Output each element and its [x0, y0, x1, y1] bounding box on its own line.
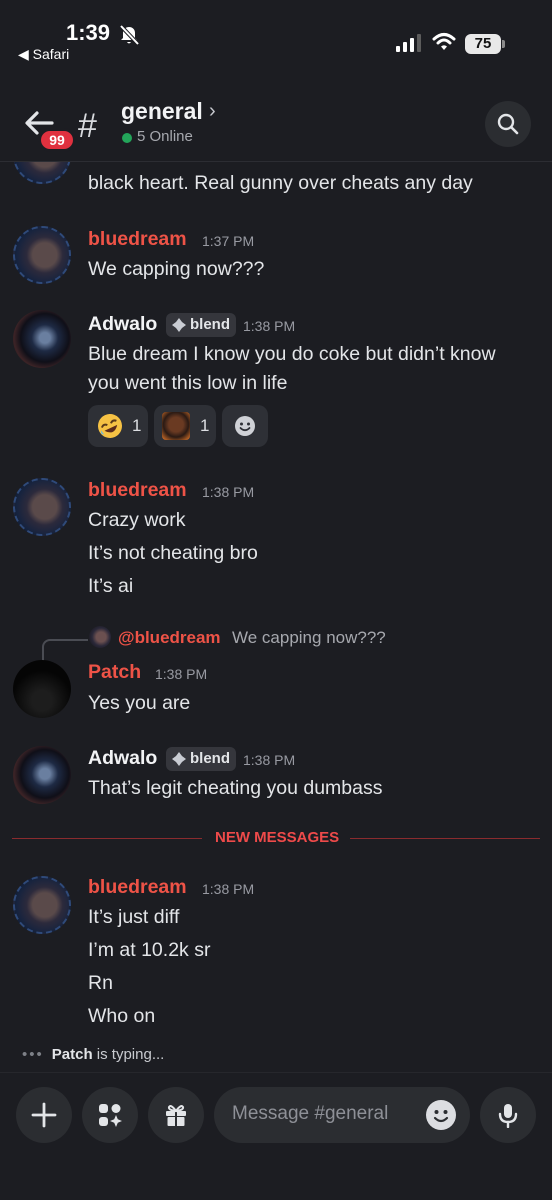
diamond-role-icon — [172, 318, 186, 332]
attach-plus-button[interactable] — [16, 1087, 72, 1143]
message-text: Who on — [88, 1005, 156, 1027]
plus-icon — [31, 1102, 57, 1128]
reaction-count: 1 — [132, 416, 142, 435]
role-badge[interactable]: blend — [166, 313, 236, 337]
search-icon — [497, 113, 519, 135]
message-text: I’m at 10.2k sr — [88, 939, 211, 961]
message-author[interactable]: Patch — [88, 661, 141, 684]
message-author[interactable]: bluedream — [88, 876, 187, 899]
message-list[interactable]: black heart. Real gunny over cheats any … — [0, 162, 552, 1072]
rolling-on-floor-laughing-icon — [98, 414, 122, 438]
avatar-bluedream[interactable] — [13, 876, 71, 934]
role-badge-label: blend — [190, 750, 230, 767]
diamond-role-icon — [172, 752, 186, 766]
message-text: It’s ai — [88, 575, 134, 597]
emoji-picker-button[interactable] — [426, 1100, 456, 1130]
mention-count-badge: 99 — [38, 128, 76, 152]
typing-user: Patch — [51, 1046, 93, 1063]
new-messages-divider-right — [350, 838, 540, 839]
chevron-right-icon[interactable]: › — [209, 100, 216, 123]
voice-message-button[interactable] — [480, 1087, 536, 1143]
reply-connector — [42, 639, 88, 661]
avatar-patch[interactable] — [13, 660, 71, 718]
message-text: That’s legit cheating you dumbass — [88, 777, 383, 799]
message-input-placeholder: Message #general — [232, 1103, 389, 1124]
channel-header: 99 # general › 5 Online — [0, 72, 552, 162]
message-text: We capping now??? — [88, 258, 265, 280]
message-text: It’s just diff — [88, 906, 180, 928]
message-timestamp: 1:38 PM — [243, 318, 296, 334]
message-composer: Message #general — [0, 1072, 552, 1200]
search-button[interactable] — [485, 101, 531, 147]
message-text: you went this low in life — [88, 372, 288, 394]
reaction-count: 1 — [200, 416, 210, 435]
gift-icon — [166, 1105, 186, 1126]
message-timestamp: 1:38 PM — [155, 666, 208, 682]
message-timestamp: 1:38 PM — [202, 484, 255, 500]
back-to-safari-link[interactable]: ◀ Safari — [18, 46, 69, 63]
emoji-icon — [433, 1110, 449, 1123]
online-status-dot — [122, 133, 132, 143]
typing-indicator: ••• Patch is typing... — [22, 1046, 164, 1063]
channel-name[interactable]: general — [121, 98, 203, 125]
message-author[interactable]: Adwalo — [88, 747, 157, 770]
avatar-bluedream[interactable] — [13, 226, 71, 284]
battery-icon: 75 — [465, 34, 505, 54]
message-text: Blue dream I know you do coke but didn’t… — [88, 343, 496, 365]
reaction-custom[interactable]: 1 — [154, 405, 216, 447]
status-time: 1:39 — [66, 20, 111, 45]
text-channel-hash-icon: # — [78, 107, 97, 145]
avatar[interactable] — [13, 162, 71, 184]
message-text: Crazy work — [88, 509, 186, 531]
message-timestamp: 1:38 PM — [243, 752, 296, 768]
cellular-signal-icon — [396, 34, 421, 52]
reply-author[interactable]: @bluedream — [118, 628, 221, 648]
battery-level: 75 — [474, 35, 492, 52]
message-text: It’s not cheating bro — [88, 542, 258, 564]
message-author[interactable]: bluedream — [88, 479, 187, 502]
message-author[interactable]: bluedream — [88, 228, 187, 251]
message-text: Yes you are — [88, 692, 191, 714]
microphone-icon — [498, 1104, 518, 1128]
reaction-laugh[interactable]: 1 — [88, 405, 148, 447]
typing-dots: ••• — [22, 1046, 44, 1063]
avatar-bluedream[interactable] — [13, 478, 71, 536]
add-reaction-smiley-icon — [235, 416, 255, 436]
message-text: Rn — [88, 972, 113, 994]
online-count: 5 Online — [137, 128, 193, 145]
message-timestamp: 1:38 PM — [202, 881, 255, 897]
wifi-icon — [432, 33, 456, 50]
role-badge-label: blend — [190, 316, 230, 333]
custom-emoji-image — [162, 412, 190, 440]
reply-avatar — [89, 626, 111, 648]
message-input[interactable]: Message #general — [214, 1087, 470, 1143]
message-author[interactable]: Adwalo — [88, 313, 157, 336]
avatar-adwalo[interactable] — [13, 310, 71, 368]
role-badge[interactable]: blend — [166, 747, 236, 771]
new-messages-label: NEW MESSAGES — [215, 829, 340, 846]
apps-sparkle-icon — [99, 1104, 122, 1127]
typing-suffix: is typing... — [92, 1046, 165, 1063]
apps-button[interactable] — [82, 1087, 138, 1143]
add-reaction-button[interactable] — [222, 405, 268, 447]
new-messages-divider-left — [12, 838, 202, 839]
gift-button[interactable] — [148, 1087, 204, 1143]
message-text: black heart. Real gunny over cheats any … — [88, 172, 473, 194]
status-bar: 1:39 ◀ Safari 75 — [0, 0, 552, 72]
message-timestamp: 1:37 PM — [202, 233, 255, 249]
reply-preview-text[interactable]: We capping now??? — [232, 628, 386, 648]
bell-off-icon — [119, 24, 140, 46]
avatar-adwalo[interactable] — [13, 746, 71, 804]
